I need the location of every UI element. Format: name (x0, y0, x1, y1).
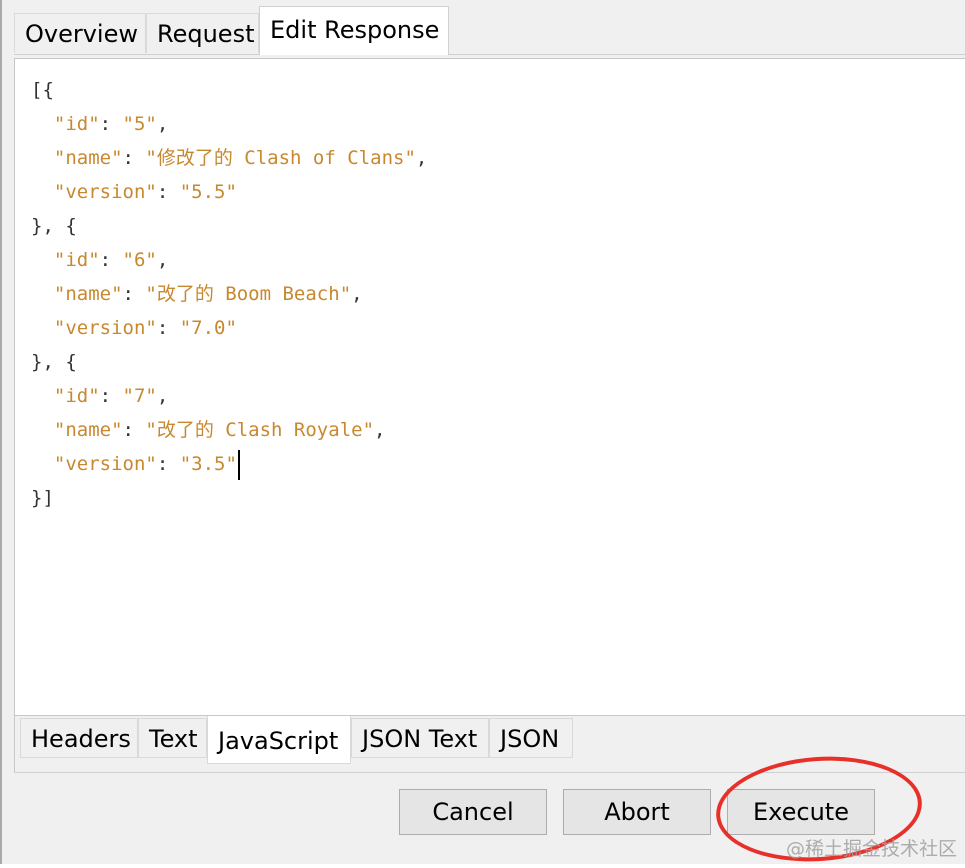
code-separator: : (99, 113, 123, 135)
json-key: "id" (53, 249, 100, 271)
code-separator: : (122, 147, 146, 169)
json-value: "改了的 Boom Beach" (145, 283, 352, 305)
top-tab-strip: Overview Request Edit Response (14, 6, 965, 55)
code-line: "id": "7", (31, 379, 168, 413)
code-line: "id": "6", (31, 243, 168, 277)
divider (14, 772, 965, 773)
json-key: "name" (53, 283, 123, 305)
code-bracket: [{ (31, 79, 54, 101)
cancel-button[interactable]: Cancel (399, 789, 547, 835)
bottom-tab-strip: Headers Text JavaScript JSON Text JSON (14, 716, 965, 772)
code-separator: : (99, 385, 123, 407)
code-line: "version": "7.0" (31, 311, 237, 345)
response-editor[interactable]: [{ "id": "5", "name": "修改了的 Clash of Cla… (14, 58, 965, 716)
json-value: "7" (122, 385, 157, 407)
abort-button[interactable]: Abort (563, 789, 711, 835)
json-value: "3.5" (179, 453, 237, 475)
json-value: "5" (122, 113, 157, 135)
code-bracket: }, { (31, 351, 77, 373)
json-key: "version" (53, 453, 157, 475)
code-comma: , (351, 283, 363, 305)
code-line: }] (31, 481, 54, 515)
json-key: "id" (53, 113, 100, 135)
code-line: [{ (31, 73, 54, 107)
json-value: "修改了的 Clash of Clans" (145, 147, 416, 169)
code-separator: : (122, 419, 146, 441)
tab-headers[interactable]: Headers (20, 718, 138, 758)
json-key: "version" (53, 181, 157, 203)
code-comma: , (156, 385, 169, 407)
tab-request[interactable]: Request (146, 13, 259, 53)
json-value: "5.5" (179, 181, 237, 203)
json-value: "7.0" (179, 317, 237, 339)
json-key: "version" (53, 317, 157, 339)
code-line: "version": "3.5" (31, 447, 240, 481)
json-value: "6" (122, 249, 157, 271)
tab-javascript[interactable]: JavaScript (207, 716, 351, 764)
execute-button[interactable]: Execute (727, 789, 875, 835)
code-separator: : (156, 317, 180, 339)
watermark: @稀土掘金技术社区 (785, 838, 957, 860)
code-separator: : (122, 283, 146, 305)
json-key: "name" (53, 147, 123, 169)
tab-edit-response[interactable]: Edit Response (259, 6, 449, 55)
edit-response-window: Overview Request Edit Response [{ "id": … (0, 0, 965, 868)
code-line: "name": "改了的 Clash Royale", (31, 413, 386, 447)
code-separator: : (99, 249, 123, 271)
code-separator: : (156, 181, 180, 203)
code-line: }, { (31, 209, 77, 243)
code-line: "name": "改了的 Boom Beach", (31, 277, 363, 311)
code-comma: , (374, 419, 386, 441)
json-key: "name" (53, 419, 123, 441)
code-line: "name": "修改了的 Clash of Clans", (31, 141, 427, 175)
code-bracket: }, { (31, 215, 77, 237)
code-separator: : (156, 453, 180, 475)
tab-json-text[interactable]: JSON Text (351, 718, 489, 758)
json-value: "改了的 Clash Royale" (145, 419, 375, 441)
tab-overview[interactable]: Overview (14, 13, 146, 53)
tab-text[interactable]: Text (138, 718, 207, 758)
code-line: "version": "5.5" (31, 175, 237, 209)
code-bracket: }] (31, 487, 54, 509)
code-line: "id": "5", (31, 107, 168, 141)
code-comma: , (156, 113, 169, 135)
json-key: "id" (53, 385, 100, 407)
code-comma: , (415, 147, 428, 169)
tab-json[interactable]: JSON (489, 718, 573, 758)
code-line: }, { (31, 345, 77, 379)
code-comma: , (156, 249, 169, 271)
text-caret (237, 449, 240, 480)
